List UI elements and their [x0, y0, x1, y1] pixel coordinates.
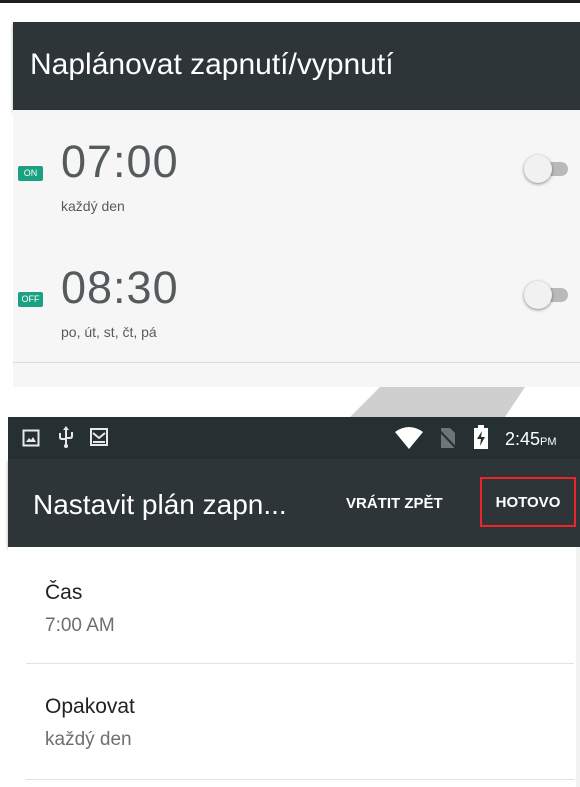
usb-icon [59, 426, 73, 448]
schedule-repeat: po, út, st, čt, pá [61, 324, 157, 340]
decorative-shape [350, 387, 525, 417]
toggle-thumb [524, 155, 552, 183]
divider [26, 779, 574, 780]
on-badge: ON [18, 166, 43, 181]
status-bar: 2:45PM [8, 417, 580, 459]
schedule-toggle[interactable] [524, 152, 576, 186]
schedule-toggle[interactable] [524, 278, 576, 312]
app-bar: Naplánovat zapnutí/vypnutí [13, 22, 580, 110]
toggle-thumb [524, 281, 552, 309]
schedule-list-screen: Naplánovat zapnutí/vypnutí ON 07:00 každ… [13, 22, 580, 387]
setting-time[interactable]: Čas 7:00 AM [8, 547, 578, 665]
wifi-icon [395, 427, 423, 449]
edge-shadow [576, 547, 580, 787]
page-title: Naplánovat zapnutí/vypnutí [30, 48, 394, 81]
gallery-icon [90, 428, 108, 446]
schedule-time: 08:30 [61, 262, 179, 313]
clock-ampm: PM [540, 436, 557, 448]
clock-time: 2:45 [505, 429, 541, 449]
clock: 2:45PM [505, 429, 557, 450]
image-icon [22, 429, 40, 447]
setting-repeat[interactable]: Opakovat každý den [8, 665, 578, 783]
top-divider [0, 0, 580, 3]
setting-value: každý den [45, 729, 132, 750]
divider [26, 663, 574, 664]
app-bar: Nastavit plán zapn... VRÁTIT ZPĚT HOTOVO [8, 459, 580, 547]
battery-charging-icon [474, 425, 488, 449]
off-badge: OFF [18, 292, 43, 307]
setting-label: Opakovat [45, 695, 135, 718]
revert-button[interactable]: VRÁTIT ZPĚT [346, 495, 443, 512]
page-title: Nastavit plán zapn... [33, 489, 287, 520]
setting-label: Čas [45, 581, 83, 604]
schedule-time: 07:00 [61, 136, 179, 187]
schedule-item-on[interactable]: ON 07:00 každý den [13, 110, 580, 237]
done-button[interactable]: HOTOVO [480, 477, 576, 527]
schedule-item-off[interactable]: OFF 08:30 po, út, st, čt, pá [13, 236, 580, 363]
no-sim-icon [438, 428, 456, 449]
done-button-label: HOTOVO [495, 493, 561, 511]
setting-value: 7:00 AM [45, 615, 115, 636]
schedule-repeat: každý den [61, 198, 125, 214]
